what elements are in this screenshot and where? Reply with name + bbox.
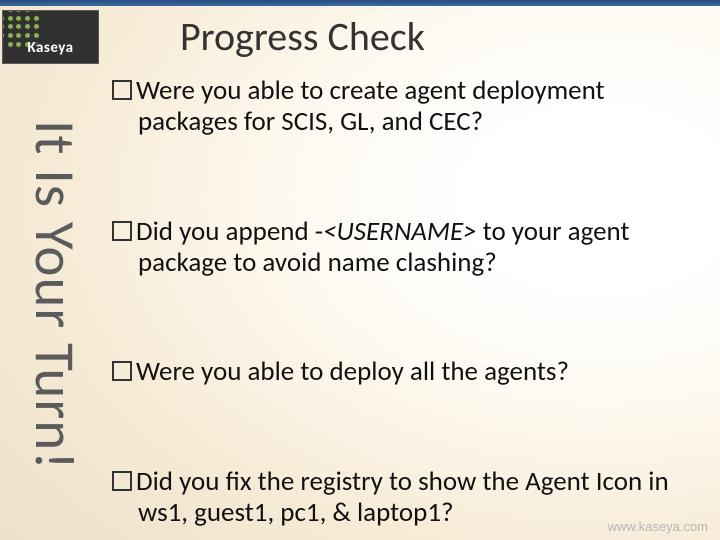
list-item: Were you able to deploy all the agents?	[112, 356, 702, 387]
brand-logo-text: Kaseya	[3, 39, 98, 57]
footer-url: www.kaseya.com	[608, 519, 708, 534]
bullet-text-em: <USERNAME>	[323, 215, 477, 248]
list-item: Were you able to create agent deployment…	[112, 75, 702, 137]
page-title: Progress Check	[180, 12, 680, 61]
checkbox-bullet-icon	[112, 80, 132, 100]
checkbox-bullet-icon	[112, 221, 132, 241]
top-accent-bar	[0, 0, 720, 6]
brand-logo: Kaseya	[2, 10, 99, 64]
side-banner: It Is Your Turn!	[2, 58, 107, 533]
bullet-list: Were you able to create agent deployment…	[112, 75, 702, 528]
bullet-text: Were you able to deploy all the agents?	[136, 355, 569, 388]
checkbox-bullet-icon	[112, 361, 132, 381]
list-item: Did you append -<USERNAME> to your agent…	[112, 216, 702, 278]
bullet-text: Did you fix the registry to show the Age…	[136, 465, 669, 529]
checkbox-bullet-icon	[112, 471, 132, 491]
slide-container: Kaseya Progress Check It Is Your Turn! W…	[0, 0, 720, 540]
side-banner-text: It Is Your Turn!	[20, 120, 89, 471]
bullet-text-pre: Did you append -	[136, 215, 323, 248]
bullet-text: Were you able to create agent deployment…	[136, 74, 605, 138]
